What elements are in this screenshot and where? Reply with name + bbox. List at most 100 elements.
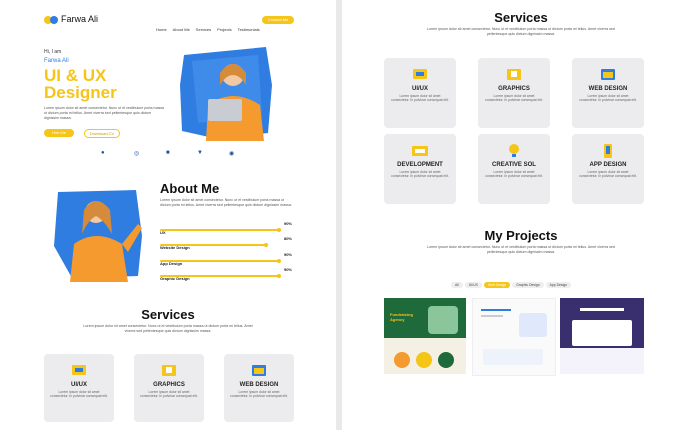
services-title: Services [494, 10, 548, 25]
service-title: UI/UX [70, 382, 87, 388]
skill-row: UX 90% [160, 221, 292, 235]
skill-slider-knob[interactable] [276, 274, 281, 278]
service-card-graphics[interactable]: GRAPHICS Lorem ipsum dolor sit amet cons… [478, 58, 550, 128]
hero-greeting: Hi, I am [44, 49, 62, 55]
thumbnail-section [483, 349, 543, 365]
service-title: APP DESIGN [589, 162, 627, 168]
about-description: Lorem ipsum dolor sit amet consectetur. … [160, 198, 292, 207]
service-card-web-design[interactable]: WEB DESIGN Lorem ipsum dolor sit amet co… [572, 58, 644, 128]
projects-description: Lorem ipsum dolor sit amet consectetur. … [427, 245, 615, 254]
skill-bar-fill [160, 260, 279, 262]
project-thumbnail[interactable] [560, 298, 644, 374]
thumbnail-section [560, 348, 644, 374]
thumbnail-badge [416, 352, 432, 368]
facebook-icon[interactable]: ● [101, 150, 105, 156]
service-description: Lorem ipsum dolor sit amet consectetur. … [230, 390, 288, 399]
tab-web-design[interactable]: Web Design [483, 282, 511, 288]
service-title: CREATIVE SOL [492, 162, 536, 168]
service-description: Lorem ipsum dolor sit amet consectetur. … [579, 94, 637, 103]
nav-about[interactable]: About Me [173, 27, 190, 32]
skill-row: App Design 90% [160, 252, 292, 266]
nav-services[interactable]: Services [196, 27, 211, 32]
nav-projects[interactable]: Projects [217, 27, 231, 32]
right-page-panel: Services Lorem ipsum dolor sit amet cons… [342, 0, 700, 430]
skill-percent: 90% [283, 252, 292, 257]
skill-bar-fill [160, 229, 279, 231]
skill-slider-knob[interactable] [263, 243, 268, 247]
thumbnail-badge [394, 352, 410, 368]
thumbnail-illustration [519, 313, 547, 337]
service-card-uiux[interactable]: UI/UX Lorem ipsum dolor sit amet consect… [44, 354, 114, 422]
skill-track [160, 228, 292, 232]
nav-testimonials[interactable]: Testimonials [238, 27, 260, 32]
graphics-icon [160, 364, 178, 378]
skill-bar-fill [160, 244, 266, 246]
skill-percent: 90% [283, 267, 292, 272]
web-design-icon [250, 364, 268, 378]
main-nav: Home About Me Services Projects Testimonials [150, 18, 260, 36]
skill-percent: 80% [283, 236, 292, 241]
hero-portrait-image [180, 47, 272, 141]
linkedin-icon[interactable]: ■ [166, 150, 170, 156]
service-description: Lorem ipsum dolor sit amet consectetur. … [50, 390, 108, 399]
thumbnail-mockup [572, 320, 632, 346]
projects-title: My Projects [484, 228, 558, 243]
project-filter-tabs: All UI/UX Web Design Graphic Design App Desi… [450, 273, 600, 291]
twitter-icon[interactable]: ▼ [197, 150, 203, 156]
service-card-uiux[interactable]: UI/UX Lorem ipsum dolor sit amet consect… [384, 58, 456, 128]
skill-bar-fill [160, 275, 279, 277]
brand-name: Farwa Ali [61, 14, 99, 24]
uiux-icon [70, 364, 88, 378]
thumbnail-line [481, 315, 503, 317]
service-title: DEVELOPMENT [397, 162, 443, 168]
dribbble-icon[interactable]: ◎ [134, 150, 139, 157]
development-icon [411, 144, 429, 158]
service-card-graphics[interactable]: GRAPHICS Lorem ipsum dolor sit amet cons… [134, 354, 204, 422]
project-thumbnail[interactable]: Fundraising Agency [384, 298, 466, 374]
download-cv-button[interactable]: Download CV [84, 129, 120, 138]
skill-slider-knob[interactable] [276, 259, 281, 263]
skill-percent: 90% [283, 221, 292, 226]
service-description: Lorem ipsum dolor sit amet consectetur. … [391, 170, 449, 179]
service-title: WEB DESIGN [588, 86, 628, 92]
service-description: Lorem ipsum dolor sit amet consectetur. … [485, 170, 543, 179]
skill-track [160, 274, 292, 278]
service-title: WEB DESIGN [239, 382, 279, 388]
service-card-web-design[interactable]: WEB DESIGN Lorem ipsum dolor sit amet co… [224, 354, 294, 422]
skills-list: UX 90% Website Design 80% App Design 90% [160, 221, 292, 281]
skill-slider-knob[interactable] [276, 228, 281, 232]
services-description: Lorem ipsum dolor sit amet consectetur. … [83, 324, 253, 333]
uiux-icon [411, 68, 429, 82]
service-card-app-design[interactable]: APP DESIGN Lorem ipsum dolor sit amet co… [572, 134, 644, 204]
skill-row: Website Design 80% [160, 236, 292, 250]
services-title: Services [141, 307, 195, 322]
tab-graphic-design[interactable]: Graphic Design [512, 282, 544, 288]
web-design-icon [599, 68, 617, 82]
skill-track [160, 243, 292, 247]
left-page-panel: Farwa Ali Home About Me Services Projects Te… [0, 0, 336, 430]
hero-name: Farwa Ali [44, 58, 69, 64]
service-description: Lorem ipsum dolor sit amet consectetur. … [485, 94, 543, 103]
nav-home[interactable]: Home [156, 27, 167, 32]
contact-me-button[interactable]: Contact Me [262, 16, 294, 24]
about-title: About Me [160, 181, 220, 196]
service-card-creative-sol[interactable]: CREATIVE SOL Lorem ipsum dolor sit amet … [478, 134, 550, 204]
whatsapp-icon[interactable]: ◉ [229, 150, 234, 157]
tab-app-design[interactable]: App Design [545, 282, 572, 288]
service-title: UI/UX [411, 86, 428, 92]
lightbulb-icon [505, 144, 523, 158]
services-description: Lorem ipsum dolor sit amet consectetur. … [427, 27, 615, 36]
thumbnail-headline: Fundraising Agency [390, 312, 413, 322]
mobile-app-icon [599, 144, 617, 158]
thumbnail-badge [438, 352, 454, 368]
project-thumbnail[interactable] [472, 298, 556, 376]
hire-me-button[interactable]: Hire Me [44, 129, 74, 137]
thumbnail-line [481, 309, 511, 311]
skill-track [160, 259, 292, 263]
service-title: GRAPHICS [498, 86, 530, 92]
service-card-development[interactable]: DEVELOPMENT Lorem ipsum dolor sit amet c… [384, 134, 456, 204]
tab-all[interactable]: All [451, 282, 463, 288]
skill-row: Graphic Design 90% [160, 267, 292, 281]
thumbnail-photo [428, 306, 458, 334]
tab-uiux[interactable]: UI/UX [464, 282, 482, 288]
